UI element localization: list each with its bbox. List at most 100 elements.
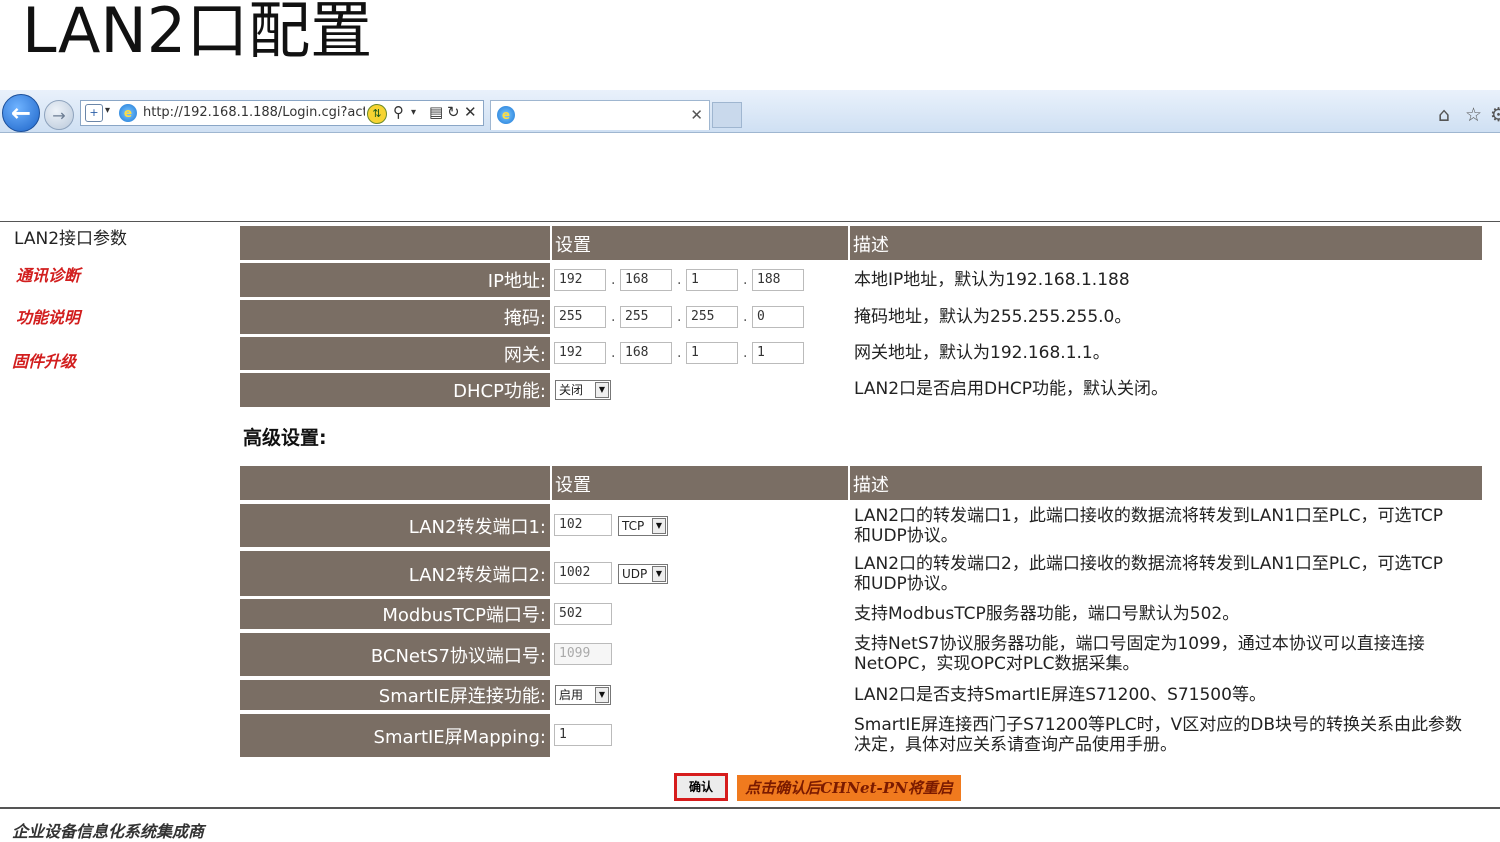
mask-octet-2[interactable]: 255 (620, 306, 672, 328)
ip-octet-2[interactable]: 168 (620, 269, 672, 291)
sidebar-link-firmware[interactable]: 固件升级 (12, 348, 76, 372)
mask-label: 掩码: (240, 300, 550, 334)
dhcp-desc: LAN2口是否启用DHCP功能，默认关闭。 (854, 379, 1169, 399)
gateway-octet-4[interactable]: 1 (752, 342, 804, 364)
mask-octet-4[interactable]: 0 (752, 306, 804, 328)
dot: . (743, 272, 748, 288)
dot: . (677, 345, 682, 361)
slide-title: LAN2口配置 (22, 0, 373, 67)
smartie-label: SmartIE屏连接功能: (240, 680, 550, 710)
modbus-desc: 支持ModbusTCP服务器功能，端口号默认为502。 (854, 604, 1240, 624)
advanced-title: 高级设置: (243, 427, 327, 449)
new-tab-button[interactable] (712, 102, 742, 128)
divider (0, 221, 1500, 222)
mapping-desc-line2: 决定，具体对应关系请查询产品使用手册。 (854, 735, 1177, 755)
bcnet-desc-line1: 支持NetS7协议服务器功能，端口号固定为1099，通过本协议可以直接连接 (854, 634, 1425, 654)
dhcp-select[interactable]: 关闭 ▼ (555, 380, 611, 400)
restart-notice: 点击确认后CHNet-PN将重启 (737, 775, 961, 801)
sidebar-link-help[interactable]: 功能说明 (16, 304, 80, 328)
dhcp-select-value: 关闭 (559, 383, 584, 397)
back-icon[interactable]: ← (2, 94, 40, 132)
ie-icon: e (497, 106, 515, 124)
gear-icon[interactable]: ⚙ (1490, 104, 1500, 126)
port1-proto-value: TCP (622, 519, 645, 533)
compat-icon[interactable]: ⇅ (367, 104, 387, 124)
mapping-input[interactable]: 1 (554, 724, 612, 746)
bcnet-label: BCNetS7协议端口号: (240, 633, 550, 676)
gateway-octet-2[interactable]: 168 (620, 342, 672, 364)
ip-octet-1[interactable]: 192 (554, 269, 606, 291)
confirm-button[interactable]: 确认 (674, 773, 728, 801)
sidebar-link-diagnostics[interactable]: 通讯诊断 (16, 262, 80, 286)
header-desc-label: 描述 (853, 475, 889, 496)
ip-octet-3[interactable]: 1 (686, 269, 738, 291)
ip-desc: 本地IP地址，默认为192.168.1.188 (854, 270, 1130, 290)
port2-desc-line2: 和UDP协议。 (854, 574, 958, 594)
mapping-desc: SmartIE屏连接西门子S71200等PLC时，V区对应的DB块号的转换关系由… (854, 715, 1484, 755)
mapping-label: SmartIE屏Mapping: (240, 714, 550, 757)
smartie-desc: LAN2口是否支持SmartIE屏连S71200、S71500等。 (854, 685, 1266, 705)
refresh-icon[interactable]: ↻ (447, 103, 460, 121)
dot: . (677, 309, 682, 325)
ip-label: IP地址: (240, 263, 550, 297)
star-icon[interactable]: ☆ (1465, 104, 1482, 126)
close-icon[interactable]: ✕ (464, 103, 477, 121)
bcnet-desc: 支持NetS7协议服务器功能，端口号固定为1099，通过本协议可以直接连接 Ne… (854, 634, 1484, 674)
chevron-down-icon[interactable]: ▾ (105, 105, 110, 116)
close-icon[interactable]: ✕ (690, 106, 703, 124)
forward-icon[interactable]: → (44, 100, 74, 130)
gateway-octet-1[interactable]: 192 (554, 342, 606, 364)
chevron-down-icon[interactable]: ▾ (411, 107, 416, 118)
dot: . (743, 309, 748, 325)
modbus-port-input[interactable]: 502 (554, 603, 612, 625)
port2-desc: LAN2口的转发端口2，此端口接收的数据流将转发到LAN1口至PLC，可选TCP… (854, 554, 1484, 594)
search-icon[interactable]: ⚲ (393, 103, 404, 121)
port2-desc-line1: LAN2口的转发端口2，此端口接收的数据流将转发到LAN1口至PLC，可选TCP (854, 554, 1443, 574)
address-bar[interactable]: + ▾ e http://192.168.1.188/Login.cgi?act… (80, 100, 484, 126)
port1-input[interactable]: 102 (554, 514, 612, 536)
port1-label: LAN2转发端口1: (240, 504, 550, 547)
ip-octet-4[interactable]: 188 (752, 269, 804, 291)
table-header-desc: 描述 (850, 466, 1482, 500)
bcnet-desc-line2: NetOPC，实现OPC对PLC数据采集。 (854, 654, 1140, 674)
mask-octet-3[interactable]: 255 (686, 306, 738, 328)
divider (0, 807, 1500, 809)
chevron-down-icon[interactable]: ▼ (652, 566, 666, 582)
dot: . (611, 309, 616, 325)
port1-proto-select[interactable]: TCP ▼ (618, 516, 668, 536)
mask-octet-1[interactable]: 255 (554, 306, 606, 328)
table-header-cell (240, 466, 550, 500)
page-icon[interactable]: ▤ (429, 103, 443, 121)
header-setting-label: 设置 (555, 475, 591, 496)
url-text[interactable]: http://192.168.1.188/Login.cgi?act (143, 105, 365, 120)
home-icon[interactable]: ⌂ (1438, 104, 1450, 126)
gateway-octet-3[interactable]: 1 (686, 342, 738, 364)
footer-text: 企业设备信息化系统集成商 (12, 822, 205, 841)
chevron-down-icon[interactable]: ▼ (595, 687, 609, 703)
header-setting-label: 设置 (555, 235, 591, 256)
table-header-cell (240, 226, 550, 260)
shield-icon[interactable]: + (85, 104, 103, 122)
port2-proto-value: UDP (622, 567, 648, 581)
smartie-select-value: 启用 (559, 688, 584, 702)
sidebar-title: LAN2接口参数 (14, 229, 128, 249)
dot: . (743, 345, 748, 361)
chevron-down-icon[interactable]: ▼ (652, 518, 666, 534)
modbus-label: ModbusTCP端口号: (240, 599, 550, 629)
gateway-label: 网关: (240, 337, 550, 370)
smartie-select[interactable]: 启用 ▼ (555, 685, 611, 705)
dot: . (611, 272, 616, 288)
port2-proto-select[interactable]: UDP ▼ (618, 564, 668, 584)
ie-icon: e (119, 104, 137, 122)
bcnet-port-input: 1099 (554, 643, 612, 665)
table-header-setting: 设置 (552, 226, 848, 260)
port2-label: LAN2转发端口2: (240, 551, 550, 596)
chevron-down-icon[interactable]: ▼ (595, 382, 609, 398)
table-header-desc: 描述 (850, 226, 1482, 260)
dhcp-label: DHCP功能: (240, 373, 550, 407)
port2-input[interactable]: 1002 (554, 562, 612, 584)
browser-tab[interactable]: e ✕ (490, 100, 710, 130)
gateway-desc: 网关地址，默认为192.168.1.1。 (854, 343, 1110, 363)
table-header-setting: 设置 (552, 466, 848, 500)
mask-desc: 掩码地址，默认为255.255.255.0。 (854, 307, 1132, 327)
